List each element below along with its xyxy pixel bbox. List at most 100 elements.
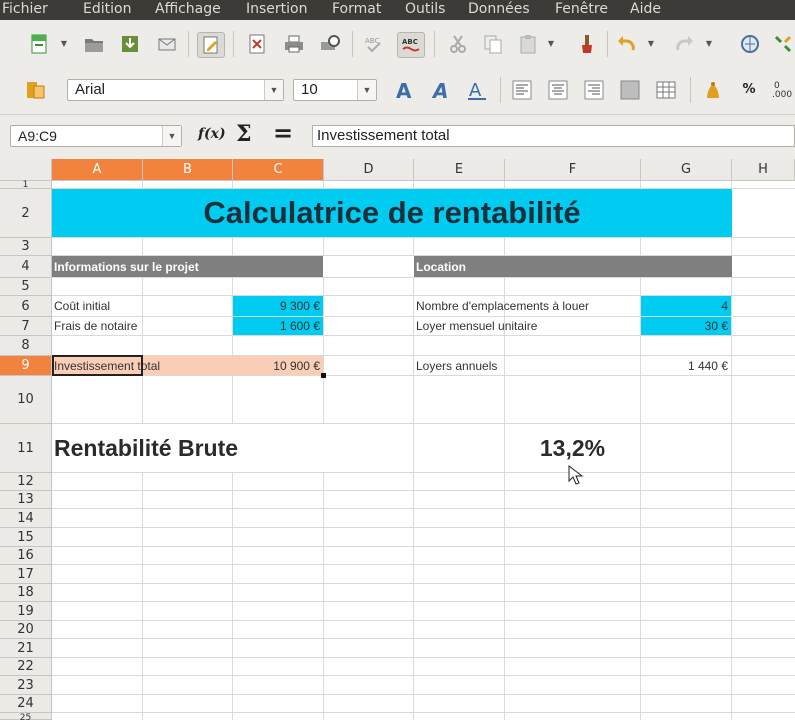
column-header-g[interactable]: G (641, 159, 732, 181)
row-header-7[interactable]: 7 (0, 317, 52, 336)
undo-icon[interactable] (615, 32, 639, 56)
row-header-19[interactable]: 19 (0, 602, 52, 621)
print-preview-icon[interactable] (318, 32, 342, 56)
row-header-23[interactable]: 23 (0, 676, 52, 695)
menu-insertion[interactable]: Insertion (246, 0, 307, 20)
edit-mode-icon[interactable] (197, 32, 225, 58)
emplacements-label[interactable]: Nombre d'emplacements à louer (414, 296, 640, 316)
row-header-13[interactable]: 13 (0, 491, 52, 509)
loyer-mensuel-value[interactable]: 30 € (641, 317, 731, 335)
percent-format-button[interactable]: % (737, 78, 761, 102)
paste-dropdown-arrow[interactable]: ▼ (547, 32, 555, 56)
copy-icon[interactable] (481, 32, 505, 56)
column-header-a[interactable]: A (52, 159, 143, 181)
formula-input[interactable]: Investissement total (312, 125, 795, 147)
spellcheck-icon[interactable]: ABC (362, 32, 386, 56)
loyer-mensuel-label[interactable]: Loyer mensuel unitaire (414, 317, 640, 335)
row-header-22[interactable]: 22 (0, 658, 52, 676)
select-all-corner[interactable] (0, 159, 52, 181)
row-header-5[interactable]: 5 (0, 278, 52, 296)
emplacements-value[interactable]: 4 (641, 296, 731, 316)
empty-cell[interactable] (323, 256, 414, 277)
row-header-9[interactable]: 9 (0, 356, 52, 376)
column-header-h[interactable]: H (732, 159, 795, 181)
menu-donnees[interactable]: Données (468, 0, 530, 20)
rentabilite-label[interactable]: Rentabilité Brute (52, 424, 404, 472)
redo-dropdown-arrow[interactable]: ▼ (705, 32, 713, 56)
navigator-icon[interactable] (771, 32, 795, 56)
loyers-annuels-value[interactable]: 1 440 € (641, 356, 731, 375)
menu-format[interactable]: Format (332, 0, 381, 20)
save-icon[interactable] (118, 32, 142, 56)
row-header-21[interactable]: 21 (0, 639, 52, 658)
investissement-value[interactable]: 10 900 € (233, 356, 323, 375)
column-header-b[interactable]: B (143, 159, 233, 181)
clone-formatting-icon[interactable] (575, 32, 599, 56)
sheet-title[interactable]: Calculatrice de rentabilité (52, 189, 732, 237)
cout-initial-label[interactable]: Coût initial (52, 296, 232, 316)
row-header-24[interactable]: 24 (0, 695, 52, 713)
hyperlink-icon[interactable] (738, 32, 762, 56)
row-header-20[interactable]: 20 (0, 621, 52, 639)
row-header-4[interactable]: 4 (0, 256, 52, 278)
row-header-8[interactable]: 8 (0, 336, 52, 356)
italic-icon[interactable]: A (429, 78, 453, 103)
font-size-combo[interactable]: 10 ▼ (293, 79, 377, 101)
auto-spellcheck-icon[interactable]: ABC (397, 32, 425, 58)
menu-edition[interactable]: Edition (83, 0, 131, 20)
row-header-25[interactable]: 25 (0, 713, 52, 720)
row-header-1[interactable]: 1 (0, 180, 52, 190)
row-header-17[interactable]: 17 (0, 565, 52, 584)
cut-icon[interactable] (446, 32, 470, 56)
chevron-down-icon[interactable]: ▼ (264, 80, 283, 100)
chevron-down-icon[interactable]: ▼ (162, 126, 181, 146)
cout-initial-value[interactable]: 9 300 € (233, 296, 323, 316)
row-header-12[interactable]: 12 (0, 473, 52, 491)
menu-affichage[interactable]: Affichage (155, 0, 221, 20)
redo-icon[interactable] (672, 32, 696, 56)
fill-handle[interactable] (321, 373, 326, 378)
new-dropdown-arrow[interactable]: ▼ (60, 32, 68, 56)
align-left-icon[interactable] (510, 78, 534, 102)
name-box[interactable]: A9:C9 ▼ (10, 125, 182, 147)
column-header-c[interactable]: C (233, 159, 324, 181)
formula-equals-button[interactable]: = (273, 119, 293, 147)
row-header-2[interactable]: 2 (0, 189, 52, 238)
loyers-annuels-label[interactable]: Loyers annuels (414, 356, 640, 375)
row-header-10[interactable]: 10 (0, 376, 52, 424)
align-right-icon[interactable] (582, 78, 606, 102)
new-document-icon[interactable] (27, 32, 51, 56)
currency-format-icon[interactable] (701, 78, 725, 102)
frais-notaire-label[interactable]: Frais de notaire (52, 317, 232, 335)
print-icon[interactable] (282, 32, 306, 56)
column-header-d[interactable]: D (324, 159, 414, 181)
column-header-f[interactable]: F (505, 159, 641, 181)
paste-icon[interactable] (516, 32, 540, 56)
menu-outils[interactable]: Outils (405, 0, 445, 20)
open-folder-icon[interactable] (82, 32, 106, 56)
section-header-project[interactable]: Informations sur le projet (52, 256, 323, 277)
menu-fichier[interactable]: Fichier (2, 0, 48, 20)
row-header-14[interactable]: 14 (0, 509, 52, 528)
frais-notaire-value[interactable]: 1 600 € (233, 317, 323, 335)
row-header-16[interactable]: 16 (0, 547, 52, 565)
row-header-18[interactable]: 18 (0, 584, 52, 602)
bold-icon[interactable]: A (393, 78, 417, 103)
sum-button[interactable]: Σ (236, 121, 252, 147)
row-header-15[interactable]: 15 (0, 528, 52, 547)
merge-cells-icon[interactable] (654, 78, 678, 102)
section-header-location[interactable]: Location (414, 256, 732, 277)
align-center-icon[interactable] (546, 78, 570, 102)
row-header-3[interactable]: 3 (0, 238, 52, 256)
decimal-format-button[interactable]: 0 .000 (772, 78, 795, 102)
chevron-down-icon[interactable]: ▼ (357, 80, 376, 100)
row-header-11[interactable]: 11 (0, 424, 52, 473)
justify-icon[interactable] (618, 78, 642, 102)
email-icon[interactable] (155, 32, 179, 56)
undo-dropdown-arrow[interactable]: ▼ (647, 32, 655, 56)
row-header-6[interactable]: 6 (0, 296, 52, 317)
underline-icon[interactable]: A (465, 78, 489, 102)
menu-fenetre[interactable]: Fenêtre (555, 0, 608, 20)
styles-icon[interactable] (24, 78, 48, 102)
export-pdf-icon[interactable] (245, 32, 269, 56)
